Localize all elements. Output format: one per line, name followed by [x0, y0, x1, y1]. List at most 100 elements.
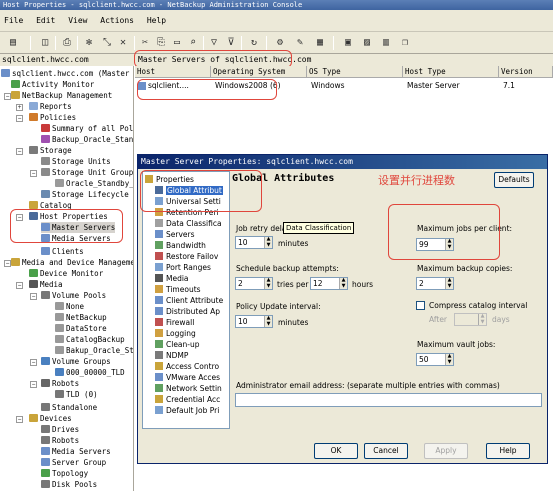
prop-item-timeouts[interactable]: Timeouts — [155, 284, 201, 295]
tree-node-standalone[interactable]: Standalone — [41, 402, 97, 413]
cancel-button[interactable]: Cancel — [364, 443, 408, 459]
spinner-arrows-icon[interactable]: ▲ ▼ — [264, 315, 272, 327]
tree-node-device-robots[interactable]: Robots — [41, 435, 79, 446]
menu-view[interactable]: View — [64, 10, 91, 32]
tree-node-policies[interactable]: Policies — [29, 112, 76, 123]
refresh-icon[interactable]: ↻ — [247, 36, 261, 50]
prop-item-ndmp[interactable]: NDMP — [155, 350, 188, 361]
prop-item-distributed-app[interactable]: Distributed Ap — [155, 306, 220, 317]
tree-node-master-server[interactable]: sqlclient.hwcc.com (Master S — [1, 68, 133, 79]
tree-node-topology[interactable]: Topology — [41, 468, 88, 479]
cut-disabled-icon[interactable]: ✻ — [82, 36, 96, 50]
max-copies-spinner[interactable]: 2 ▲ ▼ — [416, 277, 454, 290]
tree-node-activity-monitor[interactable]: Activity Monitor — [11, 79, 94, 90]
tree-node-pool-datastore[interactable]: DataStore — [55, 323, 107, 334]
menu-edit[interactable]: Edit — [32, 10, 59, 32]
prop-item-logging[interactable]: Logging — [155, 328, 196, 339]
prop-item-credential-access[interactable]: Credential Acc — [155, 394, 220, 405]
tree-node-volume-groups[interactable]: Volume Groups — [41, 356, 111, 367]
new-icon[interactable]: ▤ — [6, 36, 20, 50]
column-host-type[interactable]: Host Type — [403, 66, 499, 78]
spinner-arrows-icon[interactable]: ▲ ▼ — [339, 277, 347, 289]
clear-filter-icon[interactable]: ⊽ — [224, 36, 238, 50]
collapse-icon[interactable]: − — [30, 381, 37, 388]
prop-item-access-control[interactable]: Access Contro — [155, 361, 219, 372]
tree-node-pool-bakup-oracle[interactable]: Bakup_Oracle_Sta — [55, 345, 133, 356]
collapse-icon[interactable]: − — [4, 260, 11, 267]
clipboard-icon[interactable]: ▭ — [170, 36, 184, 50]
tree-node-volume-pools[interactable]: Volume Pools — [41, 290, 106, 301]
tree-node-device-monitor[interactable]: Device Monitor — [29, 268, 103, 279]
tree-node-oracle-standby-s[interactable]: Oracle_Standby_S — [55, 178, 133, 189]
properties-icon[interactable]: ✎ — [293, 36, 307, 50]
tree-node-pool-none[interactable]: None — [55, 301, 84, 312]
report-icon[interactable]: ▦ — [313, 36, 327, 50]
tree-node-netbackup-management[interactable]: NetBackup Management — [11, 90, 112, 101]
tree-node-media-robots[interactable]: Robots — [41, 378, 79, 389]
delete-icon[interactable]: ✕ — [116, 36, 130, 50]
job-retry-spinner[interactable]: 10 ▲ ▼ — [235, 236, 273, 249]
console-icon[interactable]: ◫ — [38, 36, 52, 50]
column-version[interactable]: Version — [499, 66, 553, 78]
max-vault-spinner[interactable]: 50 ▲ ▼ — [416, 353, 454, 366]
collapse-icon[interactable]: − — [30, 359, 37, 366]
collapse-icon[interactable]: − — [30, 170, 37, 177]
window-icon[interactable]: ▣ — [341, 36, 355, 50]
filter-icon[interactable]: ▽ — [207, 36, 221, 50]
tries-spinner[interactable]: 2 ▲ ▼ — [235, 277, 273, 290]
connect-icon[interactable]: ⚙ — [273, 36, 287, 50]
column-host[interactable]: Host — [135, 66, 211, 78]
copy-icon[interactable]: ⎘ — [154, 36, 168, 50]
defaults-button[interactable]: Defaults — [494, 172, 534, 188]
prop-item-data-classification[interactable]: Data Classifica — [155, 218, 222, 229]
prop-item-restore-failover[interactable]: Restore Failov — [155, 251, 218, 262]
cascade-icon[interactable]: ▨ — [360, 36, 374, 50]
tree-node-storage-units[interactable]: Storage Units — [41, 156, 111, 167]
expand-icon[interactable]: + — [16, 104, 23, 111]
print-icon[interactable]: ⎙ — [60, 36, 74, 50]
tree-node-storage-unit-groups[interactable]: Storage Unit Groups — [41, 167, 133, 178]
collapse-icon[interactable]: − — [16, 416, 23, 423]
spinner-arrows-icon[interactable]: ▲ ▼ — [445, 277, 453, 289]
policy-update-spinner[interactable]: 10 ▲ ▼ — [235, 315, 273, 328]
tree-node-disk-pools[interactable]: Disk Pools — [41, 479, 97, 490]
menu-file[interactable]: File — [0, 10, 27, 32]
tree-node-robot-tld[interactable]: TLD (0) — [55, 389, 98, 400]
collapse-icon[interactable]: − — [30, 293, 37, 300]
menu-help[interactable]: Help — [143, 10, 170, 32]
tree-node-server-group[interactable]: Server Group — [41, 457, 106, 468]
help-icon[interactable]: ❐ — [398, 36, 412, 50]
cut-icon[interactable]: ✂ — [138, 36, 152, 50]
tree-node-storage-lifecycle[interactable]: Storage Lifecycle P — [41, 189, 133, 200]
prop-item-firewall[interactable]: Firewall — [155, 317, 194, 328]
spinner-arrows-icon[interactable]: ▲ ▼ — [445, 353, 453, 365]
prop-item-port-ranges[interactable]: Port Ranges — [155, 262, 211, 273]
prop-item-network-settings[interactable]: Network Settin — [155, 383, 222, 394]
prop-item-servers[interactable]: Servers — [155, 229, 195, 240]
tree-node-media[interactable]: Media — [29, 279, 63, 290]
tree-node-media-device-management[interactable]: Media and Device Manageme — [11, 257, 133, 268]
apply-button[interactable]: Apply — [424, 443, 468, 459]
admin-email-input[interactable] — [235, 393, 542, 407]
collapse-icon[interactable]: − — [4, 93, 11, 100]
tree-node-reports[interactable]: Reports — [29, 101, 72, 112]
tree-node-clients[interactable]: Clients — [41, 246, 84, 257]
tree-node-summary-policies[interactable]: Summary of all Poli — [41, 123, 133, 134]
tree-node-devices[interactable]: Devices — [29, 413, 72, 424]
prop-item-vmware-access[interactable]: VMware Acces — [155, 372, 220, 383]
collapse-icon[interactable]: − — [16, 148, 23, 155]
help-button[interactable]: Help — [486, 443, 530, 459]
tree-node-device-media-servers[interactable]: Media Servers — [41, 446, 111, 457]
paste-icon[interactable]: ⤡ — [100, 36, 114, 50]
collapse-icon[interactable]: − — [16, 115, 23, 122]
prop-item-default-job-priority[interactable]: Default Job Pri — [155, 405, 219, 416]
prop-item-client-attributes[interactable]: Client Attribute — [155, 295, 223, 306]
prop-item-bandwidth[interactable]: Bandwidth — [155, 240, 206, 251]
prop-item-clean-up[interactable]: Clean-up — [155, 339, 200, 350]
spinner-arrows-icon[interactable]: ▲ ▼ — [264, 277, 272, 289]
compress-catalog-checkbox[interactable] — [416, 301, 425, 310]
ok-button[interactable]: OK — [314, 443, 358, 459]
column-operating-system[interactable]: Operating System — [211, 66, 307, 78]
hours-spinner[interactable]: 12 ▲ ▼ — [310, 277, 348, 290]
spinner-arrows-icon[interactable]: ▲ ▼ — [264, 236, 272, 248]
